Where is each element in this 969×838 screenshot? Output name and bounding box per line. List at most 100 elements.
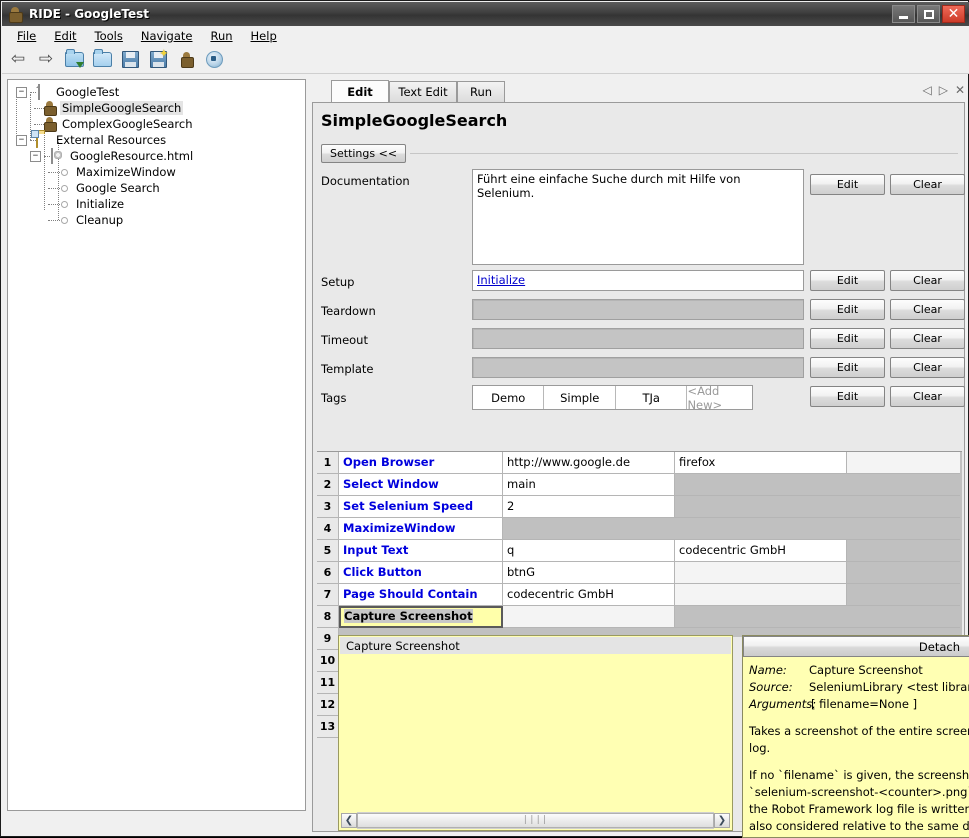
tree-item-google-search[interactable]: Google Search (12, 180, 305, 196)
cell-arg1[interactable]: http://www.google.de (503, 452, 675, 474)
table-row[interactable]: 5 Input Text q codecentric GmbH (317, 540, 962, 562)
cell-empty[interactable] (847, 540, 960, 562)
tab-next-icon[interactable]: ▷ (939, 83, 948, 97)
scroll-track[interactable]: |||| (357, 812, 714, 829)
cell-arg2[interactable] (675, 584, 847, 606)
cell-arg1[interactable] (503, 606, 675, 628)
close-button[interactable]: ✕ (942, 5, 965, 23)
cell-keyword[interactable]: Set Selenium Speed (339, 496, 503, 518)
cell-arg2[interactable]: firefox (675, 452, 847, 474)
cell-arg1[interactable]: codecentric GmbH (503, 584, 675, 606)
tree-expander[interactable]: − (16, 87, 27, 98)
template-clear-button[interactable]: Clear (890, 357, 965, 378)
back-arrow-icon[interactable]: ⇦ (8, 50, 28, 70)
setup-edit-button[interactable]: Edit (810, 270, 885, 291)
settings-toggle-button[interactable]: Settings << (321, 144, 406, 163)
scroll-thumb[interactable]: |||| (357, 813, 714, 828)
cell-keyword[interactable]: Click Button (339, 562, 503, 584)
cell-empty[interactable] (675, 606, 960, 628)
tag-chip[interactable]: Demo (473, 386, 544, 409)
tab-edit[interactable]: Edit (331, 80, 389, 102)
cell-empty[interactable] (847, 562, 960, 584)
tree-item-cleanup[interactable]: Cleanup (12, 212, 305, 228)
cell-empty[interactable] (847, 584, 960, 606)
setup-value-link[interactable]: Initialize (477, 273, 525, 287)
setup-clear-button[interactable]: Clear (890, 270, 965, 291)
forward-arrow-icon[interactable]: ⇨ (36, 50, 56, 70)
table-row[interactable]: 1 Open Browser http://www.google.de fire… (317, 452, 962, 474)
tree-item-googleresource[interactable]: − GoogleResource.html (12, 148, 305, 164)
teardown-clear-button[interactable]: Clear (890, 299, 965, 320)
cell-keyword[interactable]: Select Window (339, 474, 503, 496)
project-tree-panel[interactable]: − GoogleTest SimpleGoogleSearch ComplexG… (7, 79, 306, 811)
menu-navigate[interactable]: Navigate (132, 27, 202, 45)
tree-item-maximizewindow[interactable]: MaximizeWindow (12, 164, 305, 180)
cell-keyword[interactable]: MaximizeWindow (339, 518, 503, 540)
open-test-suite-icon[interactable] (64, 50, 84, 70)
teardown-field[interactable] (472, 299, 804, 320)
tree-item-external-resources[interactable]: − External Resources (12, 132, 305, 148)
menu-run[interactable]: Run (201, 27, 241, 45)
tab-run[interactable]: Run (457, 81, 505, 102)
setup-field[interactable]: Initialize (472, 270, 804, 291)
timeout-field[interactable] (472, 328, 804, 349)
cell-arg3[interactable] (847, 452, 960, 474)
save-icon[interactable] (120, 50, 140, 70)
cell-keyword-selected[interactable]: Capture Screenshot (339, 606, 503, 628)
table-row[interactable]: 4 MaximizeWindow (317, 518, 962, 540)
documentation-clear-button[interactable]: Clear (890, 174, 965, 195)
tags-clear-button[interactable]: Clear (890, 386, 965, 407)
menu-help[interactable]: Help (242, 27, 286, 45)
cell-arg2[interactable] (675, 562, 847, 584)
template-edit-button[interactable]: Edit (810, 357, 885, 378)
minimize-button[interactable] (892, 5, 915, 23)
tree-item-initialize[interactable]: Initialize (12, 196, 305, 212)
tab-prev-icon[interactable]: ◁ (922, 83, 931, 97)
tree-item-complexgooglesearch[interactable]: ComplexGoogleSearch (12, 116, 305, 132)
scroll-left-icon[interactable]: ❮ (341, 813, 357, 828)
cell-keyword[interactable]: Open Browser (339, 452, 503, 474)
table-row-selected[interactable]: 8 Capture Screenshot (317, 606, 962, 628)
tags-edit-button[interactable]: Edit (810, 386, 885, 407)
tree-item-googletest[interactable]: − GoogleTest (12, 84, 305, 100)
stop-icon[interactable] (204, 50, 224, 70)
tab-close-icon[interactable]: ✕ (955, 83, 965, 97)
maximize-button[interactable] (917, 5, 940, 23)
save-all-icon[interactable]: ✦ (148, 50, 168, 70)
menu-edit[interactable]: Edit (45, 27, 85, 45)
cell-keyword[interactable]: Page Should Contain (339, 584, 503, 606)
cell-editor-popup[interactable]: Capture Screenshot ❮ |||| ❯ (338, 635, 733, 831)
tree-expander[interactable]: − (16, 135, 27, 146)
table-row[interactable]: 2 Select Window main (317, 474, 962, 496)
cell-empty[interactable] (675, 474, 960, 496)
open-directory-icon[interactable] (92, 50, 112, 70)
cell-arg1[interactable]: q (503, 540, 675, 562)
template-field[interactable] (472, 357, 804, 378)
cell-keyword[interactable]: Input Text (339, 540, 503, 562)
cell-arg1[interactable]: main (503, 474, 675, 496)
timeout-clear-button[interactable]: Clear (890, 328, 965, 349)
cell-empty[interactable] (503, 518, 960, 540)
timeout-edit-button[interactable]: Edit (810, 328, 885, 349)
run-bug-icon[interactable] (176, 50, 196, 70)
table-row[interactable]: 7 Page Should Contain codecentric GmbH (317, 584, 962, 606)
cell-arg2[interactable]: codecentric GmbH (675, 540, 847, 562)
menu-tools[interactable]: Tools (86, 27, 132, 45)
cell-arg1[interactable]: 2 (503, 496, 675, 518)
table-row[interactable]: 3 Set Selenium Speed 2 (317, 496, 962, 518)
cell-empty[interactable] (675, 496, 960, 518)
detach-button[interactable]: Detach (743, 636, 969, 657)
scroll-right-icon[interactable]: ❯ (714, 813, 730, 828)
table-row[interactable]: 6 Click Button btnG (317, 562, 962, 584)
cell-arg1[interactable]: btnG (503, 562, 675, 584)
tab-text-edit[interactable]: Text Edit (389, 81, 457, 102)
tree-item-simplegooglesearch[interactable]: SimpleGoogleSearch (12, 100, 305, 116)
tree-expander[interactable]: − (30, 151, 41, 162)
tag-chip[interactable]: Simple (544, 386, 615, 409)
cell-editor-hscrollbar[interactable]: ❮ |||| ❯ (341, 812, 730, 828)
tag-add-new[interactable]: <Add New> (687, 386, 752, 409)
teardown-edit-button[interactable]: Edit (810, 299, 885, 320)
test-step-grid[interactable]: 1 Open Browser http://www.google.de fire… (317, 451, 962, 637)
tag-chip[interactable]: TJa (616, 386, 687, 409)
documentation-edit-button[interactable]: Edit (810, 174, 885, 195)
